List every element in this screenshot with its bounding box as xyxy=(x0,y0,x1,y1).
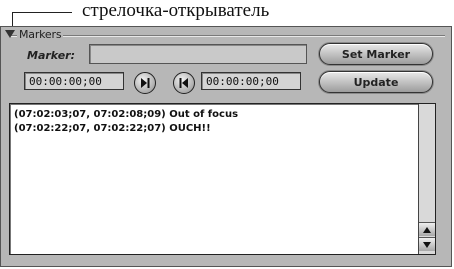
group-divider xyxy=(9,35,445,37)
step-forward-icon[interactable] xyxy=(134,72,156,94)
disclosure-triangle-icon[interactable] xyxy=(5,30,15,38)
timecode-out-field[interactable]: 00:00:00;00 xyxy=(201,72,301,90)
list-item[interactable]: (07:02:22;07, 07:02:22;07) OUCH!! xyxy=(14,123,211,134)
update-button[interactable]: Update xyxy=(319,71,433,93)
arrow-up-icon[interactable] xyxy=(419,222,435,236)
step-back-icon[interactable] xyxy=(173,72,195,94)
timecode-in-field[interactable]: 00:00:00;00 xyxy=(24,72,124,90)
vertical-scrollbar[interactable] xyxy=(418,104,435,254)
marker-log-list[interactable]: (07:02:03;07, 07:02:08;09) Out of focus … xyxy=(9,103,436,255)
set-marker-button[interactable]: Set Marker xyxy=(319,43,433,65)
markers-panel: Markers Marker: Set Marker 00:00:00;00 0… xyxy=(0,26,452,267)
annotation-leader-stem xyxy=(12,12,13,26)
annotation-label: стрелочка-открыватель xyxy=(82,0,270,21)
annotation-leader-line xyxy=(12,12,72,13)
marker-label: Marker: xyxy=(27,49,76,62)
arrow-down-icon[interactable] xyxy=(419,237,435,251)
list-item[interactable]: (07:02:03;07, 07:02:08;09) Out of focus xyxy=(14,109,238,120)
marker-input[interactable] xyxy=(89,44,307,64)
group-title: Markers xyxy=(17,28,64,41)
